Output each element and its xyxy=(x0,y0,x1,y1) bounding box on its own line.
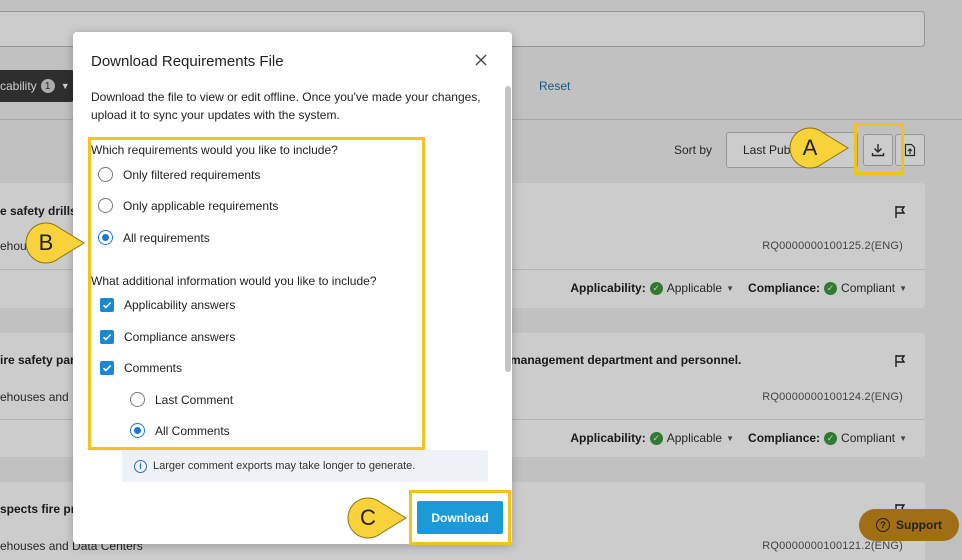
callout-letter: A xyxy=(802,135,818,160)
additional-info-question: What additional information would you li… xyxy=(91,274,377,288)
info-icon: i xyxy=(134,459,147,473)
close-button[interactable] xyxy=(471,50,491,70)
radio-label: All requirements xyxy=(123,230,210,245)
checkbox-applicability-answers[interactable]: Applicability answers xyxy=(100,298,235,312)
callout-marker-a: A xyxy=(788,126,849,170)
dialog-scrollbar[interactable] xyxy=(505,86,511,372)
radio-all-requirements[interactable]: All requirements xyxy=(98,230,210,245)
checkbox-checked[interactable] xyxy=(100,330,114,344)
highlight-box-a xyxy=(854,123,904,175)
radio-button-selected[interactable] xyxy=(130,423,145,438)
radio-last-comment[interactable]: Last Comment xyxy=(130,392,233,407)
highlight-box-c xyxy=(409,490,511,545)
checkmark-icon xyxy=(102,334,112,341)
checkmark-icon xyxy=(102,365,112,372)
radio-all-comments[interactable]: All Comments xyxy=(130,423,230,438)
callout-letter: B xyxy=(38,230,54,255)
callout-marker-b: B xyxy=(24,221,85,265)
dialog-description: Download the file to view or edit offlin… xyxy=(91,90,481,122)
callout-letter: C xyxy=(360,505,376,530)
callout-marker-c: C xyxy=(346,496,408,540)
checkbox-checked[interactable] xyxy=(100,361,114,375)
checkbox-compliance-answers[interactable]: Compliance answers xyxy=(100,330,235,344)
checkbox-label: Comments xyxy=(124,361,183,375)
info-note-text: Larger comment exports may take longer t… xyxy=(153,460,416,472)
requirements-question: Which requirements would you like to inc… xyxy=(91,143,338,157)
radio-button-selected[interactable] xyxy=(98,230,113,245)
radio-button[interactable] xyxy=(130,392,145,407)
download-requirements-dialog: Download Requirements File Download the … xyxy=(73,32,512,544)
radio-label: Only applicable requirements xyxy=(123,198,279,213)
radio-button[interactable] xyxy=(98,167,113,182)
radio-label: Last Comment xyxy=(155,392,234,407)
radio-label: Only filtered requirements xyxy=(123,167,261,182)
checkbox-label: Applicability answers xyxy=(124,298,236,312)
info-note: i Larger comment exports may take longer… xyxy=(122,450,488,482)
radio-only-applicable[interactable]: Only applicable requirements xyxy=(98,198,278,213)
checkmark-icon xyxy=(102,302,112,309)
radio-button[interactable] xyxy=(98,198,113,213)
checkbox-comments[interactable]: Comments xyxy=(100,361,182,375)
dialog-title: Download Requirements File xyxy=(91,53,284,70)
checkbox-checked[interactable] xyxy=(100,298,114,312)
close-icon xyxy=(475,54,487,66)
radio-only-filtered[interactable]: Only filtered requirements xyxy=(98,167,260,182)
radio-label: All Comments xyxy=(155,423,230,438)
checkbox-label: Compliance answers xyxy=(124,330,236,344)
